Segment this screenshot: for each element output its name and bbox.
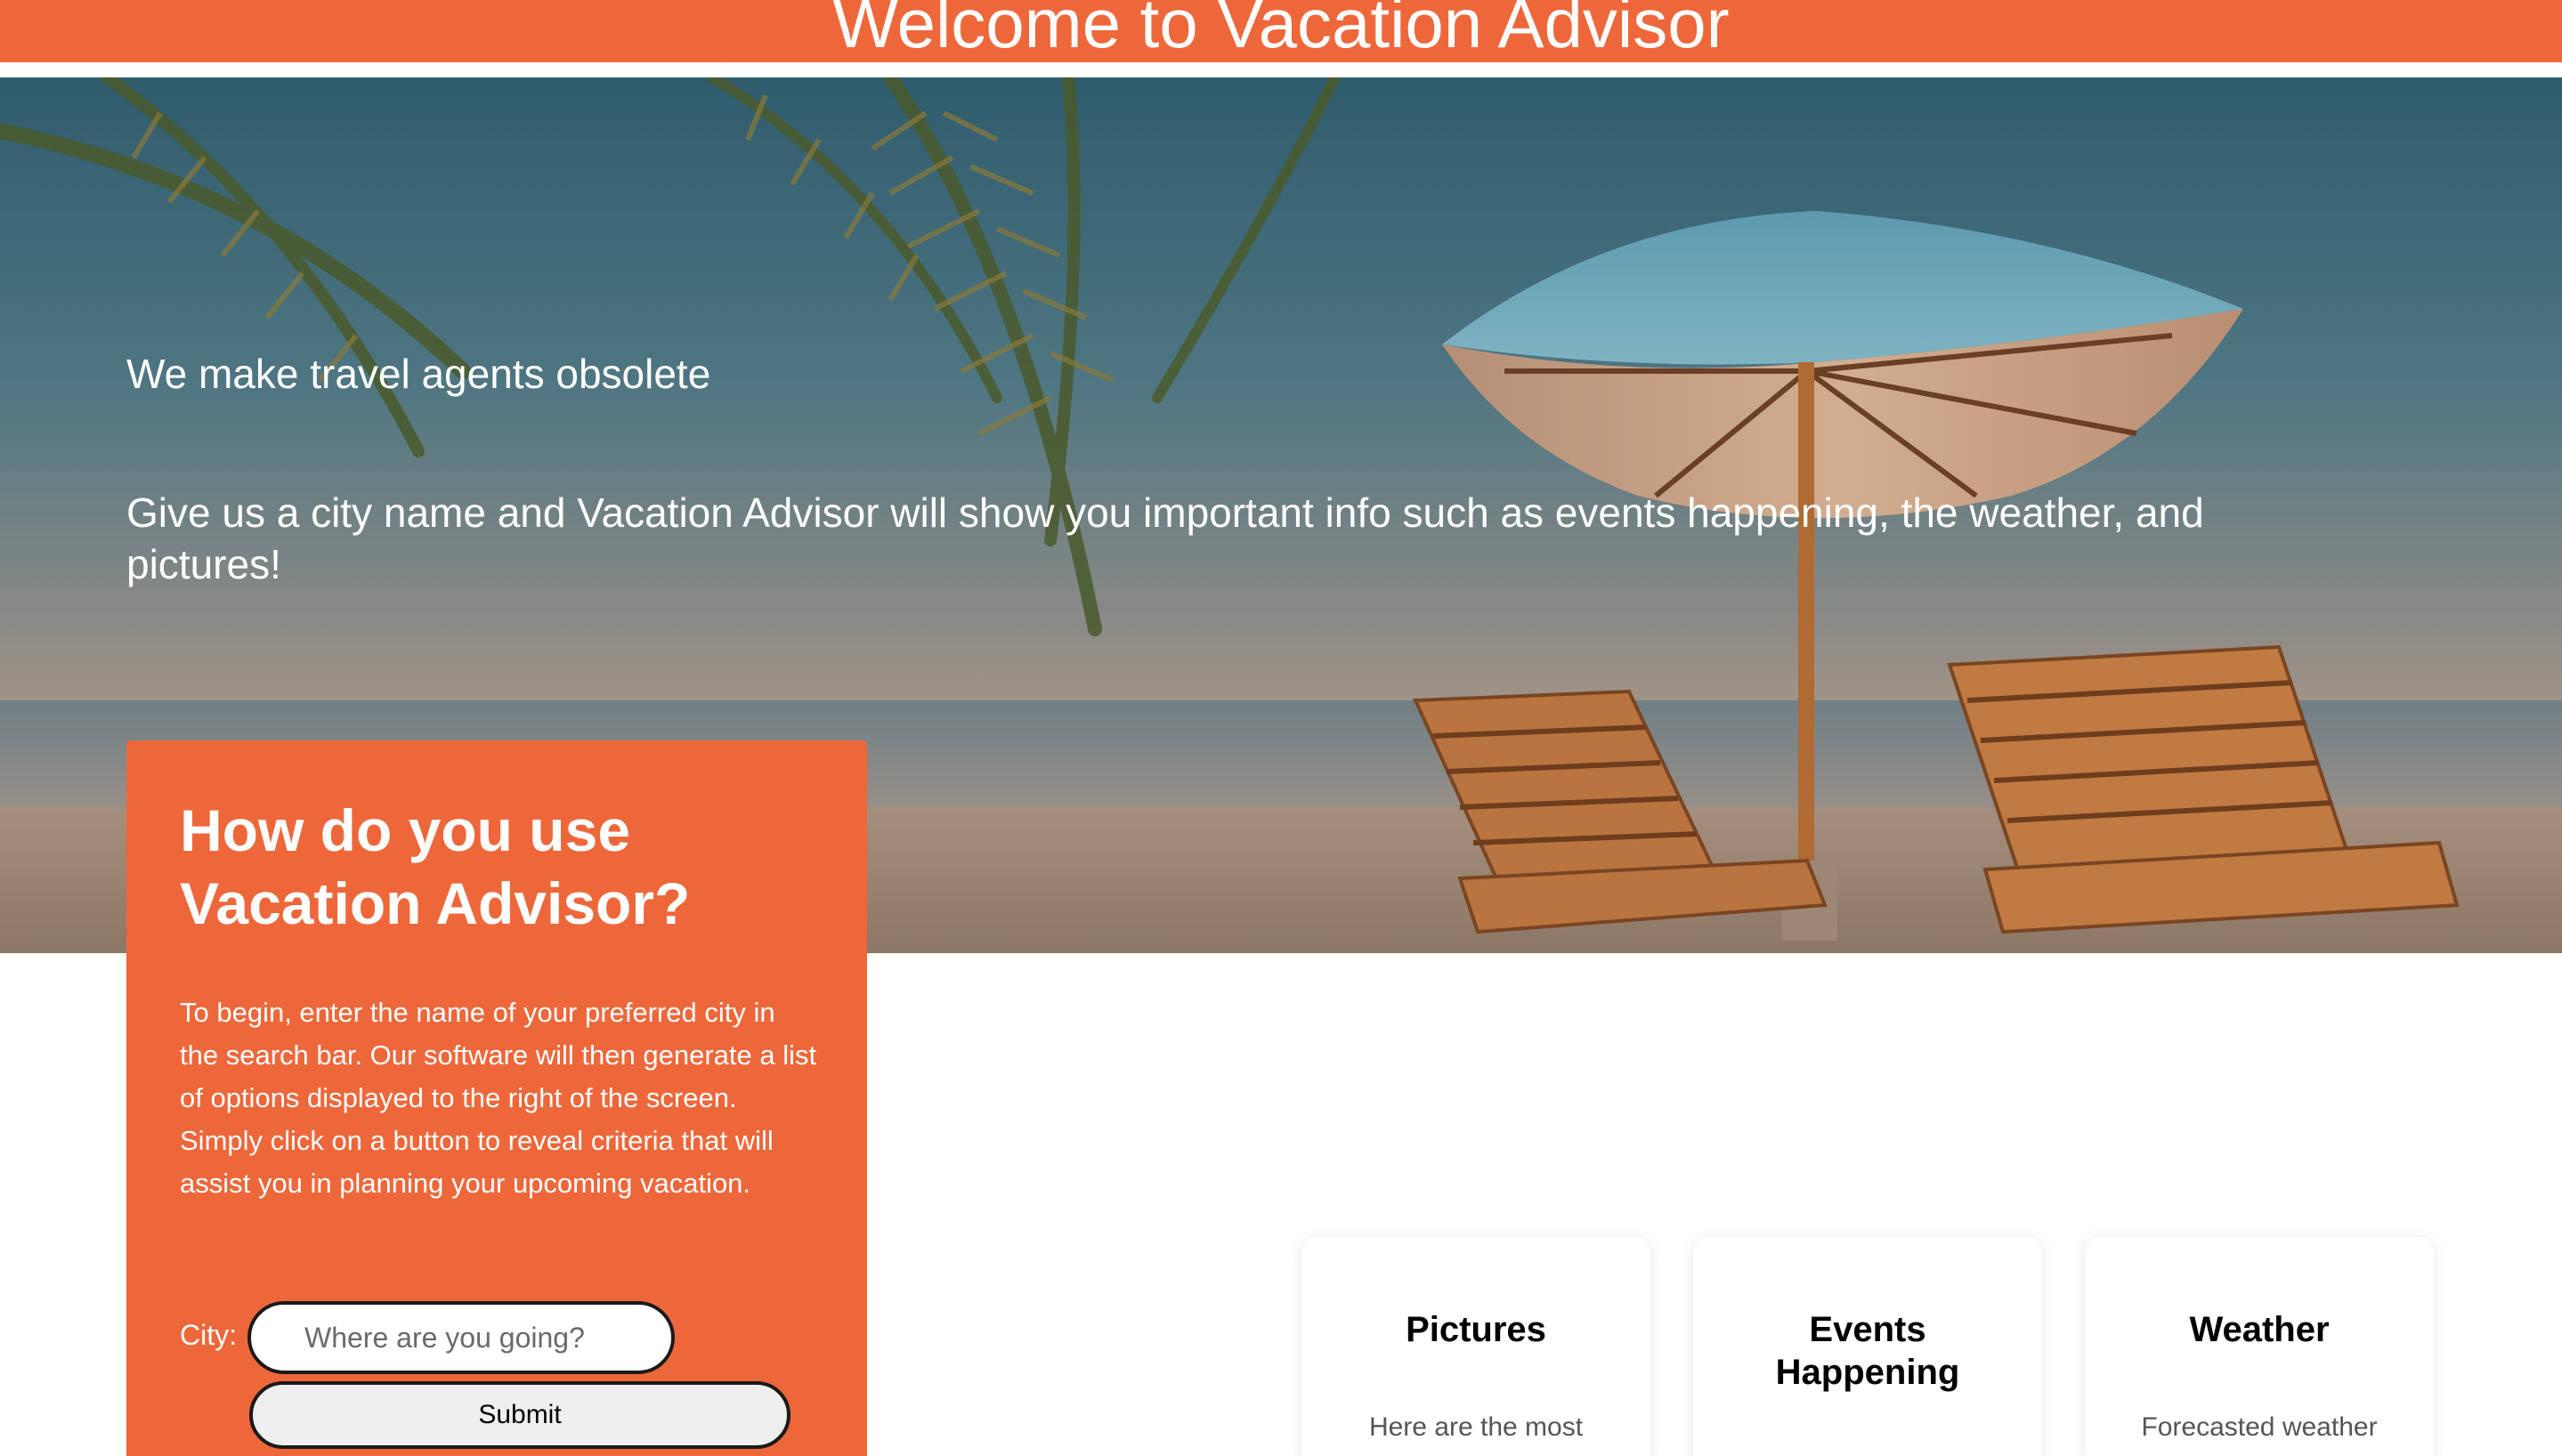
site-header: Welcome to Vacation Advisor <box>0 0 2562 62</box>
how-to-use-title: How do you use Vacation Advisor? <box>180 797 691 936</box>
site-title: Welcome to Vacation Advisor <box>832 0 1730 62</box>
hero-description: Give us a city name and Vacation Advisor… <box>126 489 2204 587</box>
events-happening-option-card[interactable]: Events Happening <box>1693 1237 2042 1456</box>
city-label: City: <box>180 1319 237 1351</box>
city-search-input[interactable] <box>247 1301 675 1374</box>
weather-option-card[interactable]: Weather Forecasted weather <box>2085 1237 2434 1456</box>
how-to-use-instructions: To begin, enter the name of your preferr… <box>180 997 817 1199</box>
option-title: Weather <box>2189 1310 2330 1349</box>
option-title: Pictures <box>1406 1310 1546 1349</box>
hero-tagline: We make travel agents obsolete <box>126 351 711 397</box>
how-to-use-card: How do you use Vacation Advisor? To begi… <box>126 740 867 1456</box>
option-description: Forecasted weather <box>2141 1412 2378 1442</box>
option-description: Here are the most <box>1368 1412 1584 1442</box>
option-title: Events Happening <box>1775 1310 1960 1392</box>
vacation-advisor-page: Welcome to Vacation Advisor We make trav… <box>0 0 2562 1456</box>
submit-button[interactable]: Submit <box>249 1381 790 1449</box>
pictures-option-card[interactable]: Pictures Here are the most <box>1301 1237 1650 1456</box>
header-divider <box>0 62 2562 77</box>
